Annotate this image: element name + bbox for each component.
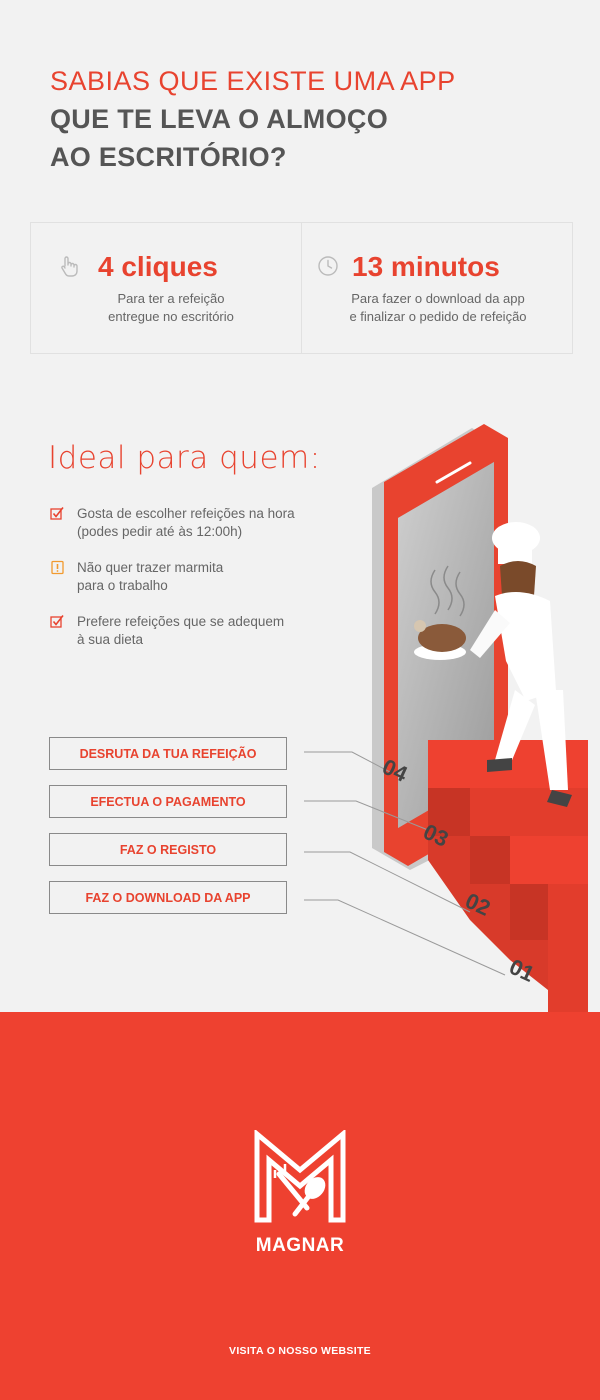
stats-panel: 4 cliques Para ter a refeição entregue n… — [30, 222, 573, 354]
list-item: Não quer trazer marmita para o trabalho — [50, 559, 295, 595]
footer: MAGNAR VISITA O NOSSO WEBSITE — [0, 1012, 600, 1400]
headline-line-1: SABIAS QUE EXISTE UMA APP — [50, 66, 456, 96]
step-3-box: EFECTUA O PAGAMENTO — [49, 785, 287, 818]
stat-clicks-desc: Para ter a refeição entregue no escritór… — [56, 290, 286, 326]
stat-minutes: 13 minutos Para fazer o download da app … — [301, 223, 572, 353]
stat-minutes-desc-line-2: e finalizar o pedido de refeição — [349, 309, 527, 324]
ideal-title: Ideal para quem: — [48, 440, 321, 476]
stat-clicks-desc-line-2: entregue no escritório — [108, 309, 234, 324]
headline: SABIAS QUE EXISTE UMA APP QUE TE LEVA O … — [50, 62, 456, 176]
stat-minutes-desc-line-1: Para fazer o download da app — [351, 291, 525, 306]
website-link[interactable]: VISITA O NOSSO WEBSITE — [0, 1345, 600, 1357]
magnar-logo — [254, 1130, 346, 1223]
stat-minutes-desc: Para fazer o download da app e finalizar… — [322, 290, 554, 326]
list-item-line-1: Prefere refeições que se adequem — [77, 614, 285, 629]
step-2-box: FAZ O REGISTO — [49, 833, 287, 866]
list-item-line-2: à sua dieta — [77, 632, 144, 647]
checkbox-icon — [50, 507, 64, 520]
headline-line-2: QUE TE LEVA O ALMOÇO — [50, 104, 389, 134]
step-1-box: FAZ O DOWNLOAD DA APP — [49, 881, 287, 914]
checkbox-icon — [50, 615, 64, 628]
list-item-line-1: Gosta de escolher refeições na hora — [77, 506, 295, 521]
list-item: Gosta de escolher refeições na hora (pod… — [50, 505, 295, 541]
warning-icon — [51, 560, 64, 575]
hand-pointer-icon — [61, 256, 78, 277]
step-4-box: DESRUTA DA TUA REFEIÇÃO — [49, 737, 287, 770]
list-item-line-2: (podes pedir até às 12:00h) — [77, 524, 243, 539]
stat-clicks-value: 4 cliques — [98, 251, 218, 282]
list-item: Prefere refeições que se adequem à sua d… — [50, 613, 295, 649]
list-item-line-1: Não quer trazer marmita — [77, 560, 224, 575]
brand-name: MAGNAR — [255, 1235, 345, 1256]
stat-minutes-value: 13 minutos — [352, 251, 500, 282]
stat-clicks-desc-line-1: Para ter a refeição — [117, 291, 225, 306]
stat-clicks: 4 cliques Para ter a refeição entregue n… — [31, 223, 301, 353]
ideal-list: Gosta de escolher refeições na hora (pod… — [50, 505, 295, 667]
steps-list: DESRUTA DA TUA REFEIÇÃO EFECTUA O PAGAME… — [49, 737, 287, 929]
clock-icon — [318, 256, 338, 276]
headline-line-3: AO ESCRITÓRIO? — [50, 142, 287, 172]
list-item-line-2: para o trabalho — [77, 578, 168, 593]
